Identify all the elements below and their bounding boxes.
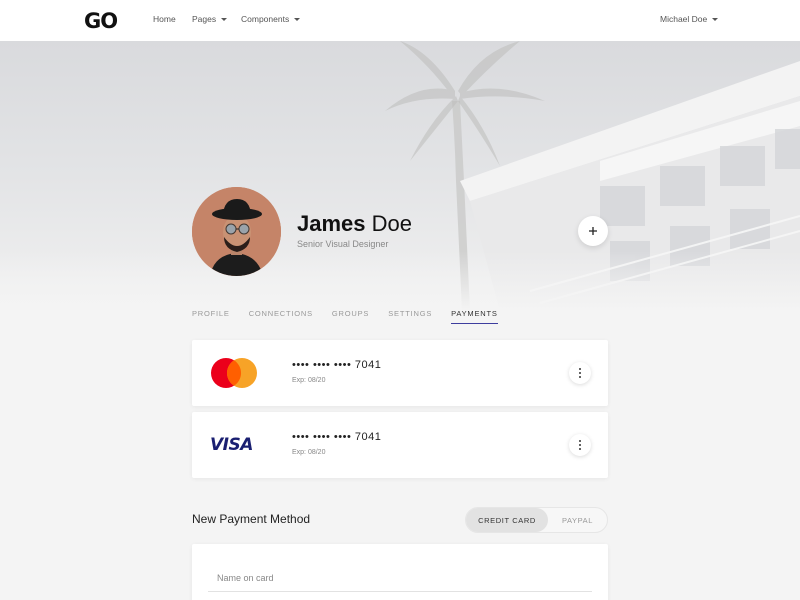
user-menu[interactable]: Michael Doe [660, 14, 719, 24]
payment-form [192, 544, 608, 600]
plus-icon [589, 227, 597, 235]
navbar: GO Home Pages Components Michael Doe [0, 0, 800, 41]
nav-item-home[interactable]: Home [153, 14, 176, 24]
caret-down-icon [221, 17, 228, 21]
visa-logo-text: VISA [210, 435, 253, 455]
user-menu-label: Michael Doe [660, 14, 708, 24]
card-menu-button[interactable] [569, 362, 591, 384]
add-button[interactable] [578, 216, 608, 246]
more-vertical-icon [578, 439, 582, 443]
caret-down-icon [712, 17, 719, 21]
mastercard-icon [210, 358, 258, 388]
tab-payments[interactable]: PAYMENTS [451, 309, 498, 324]
visa-icon: VISA [210, 430, 258, 460]
card-number: •••• •••• •••• 7041 [292, 431, 382, 443]
logo[interactable]: GO [84, 9, 118, 33]
cover-fade [0, 251, 800, 311]
nav-item-label: Home [153, 14, 176, 24]
more-vertical-icon [578, 367, 582, 371]
cover-image [0, 41, 800, 311]
payment-card-item[interactable]: •••• •••• •••• 7041 Exp: 08/20 [192, 340, 608, 406]
card-expiry: Exp: 08/20 [292, 377, 326, 384]
card-number: •••• •••• •••• 7041 [292, 359, 382, 371]
first-name: James [297, 211, 366, 236]
payment-type-toggle: CREDIT CARD PAYPAL [465, 507, 608, 533]
card-menu-button[interactable] [569, 434, 591, 456]
nav-item-label: Components [241, 14, 290, 24]
job-title: Senior Visual Designer [297, 239, 389, 249]
new-payment-title: New Payment Method [192, 512, 311, 526]
tab-connections[interactable]: CONNECTIONS [249, 309, 313, 324]
nav-item-components[interactable]: Components [241, 14, 301, 24]
avatar-portrait [192, 187, 281, 276]
tab-groups[interactable]: GROUPS [332, 309, 369, 324]
nav-item-pages[interactable]: Pages [192, 14, 228, 24]
logo-text: GO [84, 9, 118, 33]
card-expiry: Exp: 08/20 [292, 449, 326, 456]
avatar [192, 187, 281, 276]
tab-profile[interactable]: PROFILE [192, 309, 230, 324]
tab-settings[interactable]: SETTINGS [388, 309, 432, 324]
caret-down-icon [294, 17, 301, 21]
last-name: Doe [371, 211, 412, 236]
payment-card-item[interactable]: VISA •••• •••• •••• 7041 Exp: 08/20 [192, 412, 608, 478]
toggle-paypal[interactable]: PAYPAL [548, 508, 607, 532]
profile-tabs: PROFILE CONNECTIONS GROUPS SETTINGS PAYM… [192, 309, 517, 324]
nav-item-label: Pages [192, 14, 217, 24]
profile-name: James Doe [297, 211, 412, 237]
toggle-credit-card[interactable]: CREDIT CARD [466, 508, 548, 532]
name-on-card-input[interactable] [208, 564, 592, 592]
